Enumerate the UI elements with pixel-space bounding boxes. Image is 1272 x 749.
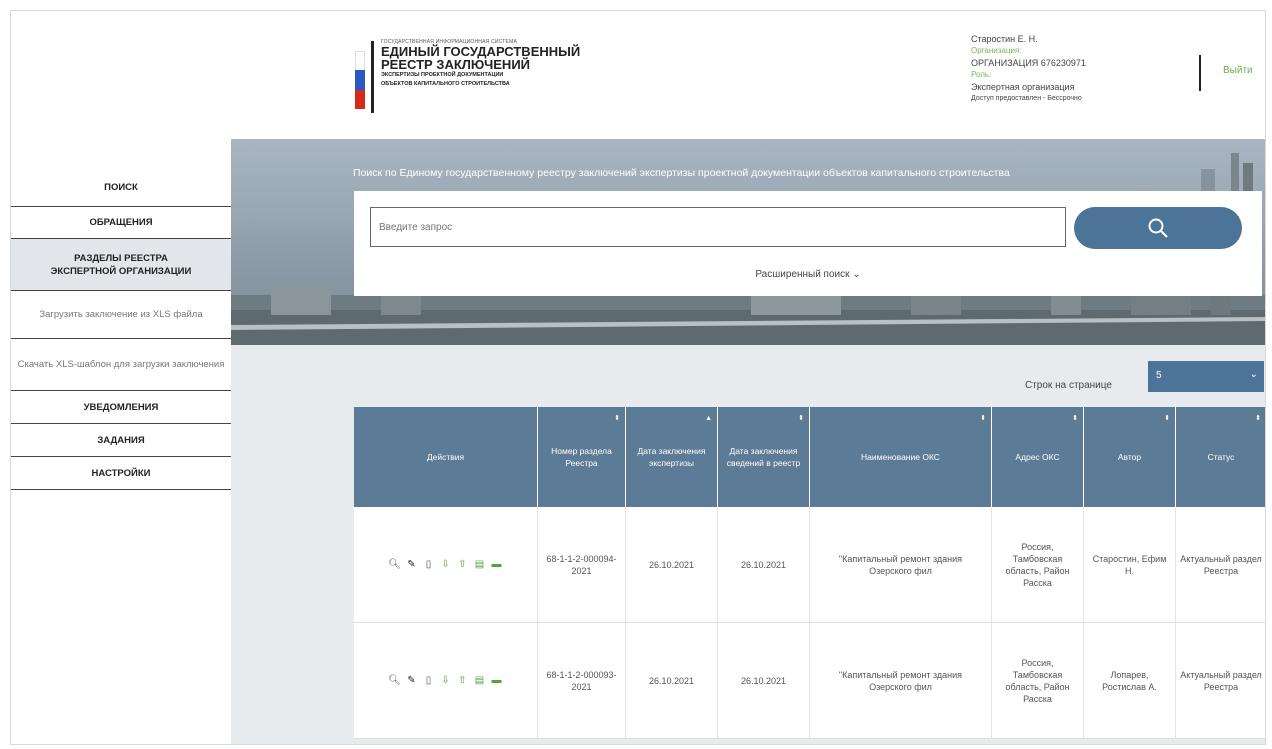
logo-subtitle-line2: ОБЪЕКТОВ КАПИТАЛЬНОГО СТРОИТЕЛЬСТВА bbox=[381, 81, 510, 87]
cell-name: "Капитальный ремонт здания Озерского фил bbox=[810, 623, 992, 739]
download-icon[interactable]: ⇩ bbox=[441, 675, 451, 687]
logo-divider bbox=[371, 41, 374, 113]
cell-date-conclusion: 26.10.2021 bbox=[626, 623, 718, 739]
cell-name: "Капитальный ремонт здания Озерского фил bbox=[810, 507, 992, 623]
advanced-search-link[interactable]: Расширенный поиск ⌄ bbox=[354, 269, 1262, 280]
folder-icon[interactable]: ▬ bbox=[492, 559, 502, 571]
folder-icon[interactable]: ▬ bbox=[492, 675, 502, 687]
access-info: Доступ предоставлен - Бессрочно bbox=[971, 95, 1082, 102]
download-icon[interactable]: ⇩ bbox=[441, 559, 451, 571]
chevron-down-icon: ⌄ bbox=[1249, 369, 1258, 380]
app-frame: ГОСУДАРСТВЕННАЯ ИНФОРМАЦИОННАЯ СИСТЕМА Е… bbox=[10, 10, 1266, 745]
cell-address: Россия, Тамбовская область, Район Расска bbox=[992, 623, 1084, 739]
column-header-name[interactable]: Наименование ОКС ⬍ bbox=[810, 407, 992, 507]
sidebar-item-appeals[interactable]: ОБРАЩЕНИЯ bbox=[11, 207, 231, 239]
sidebar-item-notifications[interactable]: УВЕДОМЛЕНИЯ bbox=[11, 391, 231, 424]
rows-per-page-label: Строк на странице bbox=[1025, 380, 1112, 391]
sidebar-item-label: Скачать XLS-шаблон для загрузки заключен… bbox=[17, 358, 225, 370]
search-input[interactable] bbox=[370, 207, 1066, 247]
document-icon[interactable]: ▯ bbox=[424, 559, 434, 571]
sort-icon[interactable]: ⬍ bbox=[614, 413, 620, 425]
table-header: Действия Номер раздела Реестра ⬍ Дата зак… bbox=[354, 407, 1265, 507]
user-info: Старостин Е. Н. Организация: ОРГАНИЗАЦИЯ… bbox=[971, 33, 1181, 105]
column-header-status[interactable]: Статус ⬍ bbox=[1176, 407, 1265, 507]
sidebar-item-label: УВЕДОМЛЕНИЯ bbox=[83, 401, 159, 413]
sort-icon[interactable]: ⬍ bbox=[980, 413, 986, 425]
column-header-number[interactable]: Номер раздела Реестра ⬍ bbox=[538, 407, 626, 507]
org-value: ОРГАНИЗАЦИЯ 676230971 bbox=[971, 58, 1086, 68]
column-header-actions: Действия bbox=[354, 407, 538, 507]
upload-icon[interactable]: ⇧ bbox=[458, 675, 468, 687]
cell-address: Россия, Тамбовская область, Район Расска bbox=[992, 507, 1084, 623]
sort-icon[interactable]: ⬍ bbox=[1072, 413, 1078, 425]
column-header-date-conclusion[interactable]: Дата заключения экспертизы ▲ bbox=[626, 407, 718, 507]
sidebar-item-label: Загрузить заключение из XLS файла bbox=[39, 308, 203, 320]
sort-icon[interactable]: ⬍ bbox=[1164, 413, 1170, 425]
sidebar-item-label: ЗАДАНИЯ bbox=[97, 434, 145, 446]
sidebar-item-tasks[interactable]: ЗАДАНИЯ bbox=[11, 424, 231, 457]
edit-icon[interactable]: ✎ bbox=[407, 559, 417, 571]
view-icon[interactable]: 🔍︎ bbox=[388, 675, 401, 687]
logo-title-line2: РЕЕСТР ЗАКЛЮЧЕНИЙ bbox=[381, 57, 531, 72]
archive-icon[interactable]: ▤ bbox=[475, 559, 485, 571]
sidebar-item-label: ОБРАЩЕНИЯ bbox=[89, 217, 153, 228]
cell-number: 68-1-1-2-000093-2021 bbox=[538, 623, 626, 739]
user-name: Старостин Е. Н. bbox=[971, 34, 1038, 44]
rows-per-page-value: 5 bbox=[1156, 370, 1162, 381]
banner-caption: Поиск по Единому государственному реестр… bbox=[353, 167, 1010, 179]
cell-author: Старостин, Ефим Н. bbox=[1084, 507, 1176, 623]
header-divider bbox=[1199, 55, 1201, 91]
sidebar-item-search[interactable]: ПОИСК bbox=[11, 169, 231, 207]
edit-icon[interactable]: ✎ bbox=[407, 675, 417, 687]
role-label: Роль: bbox=[971, 70, 992, 79]
logout-link[interactable]: Выйти bbox=[1223, 65, 1253, 76]
document-icon[interactable]: ▯ bbox=[424, 675, 434, 687]
registry-table: Действия Номер раздела Реестра ⬍ Дата зак… bbox=[354, 407, 1265, 744]
cell-status: Актуальный раздел Реестра bbox=[1180, 554, 1262, 576]
row-actions: 🔍︎ ✎ ▯ ⇩ ⇧ ▤ ▬ bbox=[354, 507, 538, 623]
sidebar-item-registry-sections[interactable]: РАЗДЕЛЫ РЕЕСТРА ЭКСПЕРТНОЙ ОРГАНИЗАЦИИ bbox=[11, 239, 231, 291]
org-label: Организация: bbox=[971, 46, 1022, 55]
sidebar-item-settings[interactable]: НАСТРОЙКИ bbox=[11, 457, 231, 490]
row-actions: 🔍︎ ✎ ▯ ⇩ ⇧ ▤ ▬ bbox=[354, 623, 538, 739]
cell-date-entry: 26.10.2021 bbox=[718, 507, 810, 623]
sort-ascending-icon[interactable]: ▲ bbox=[705, 413, 712, 425]
rows-per-page-select[interactable]: 5 ⌄ bbox=[1148, 361, 1264, 392]
cell-date-entry: 26.10.2021 bbox=[718, 623, 810, 739]
flag-icon bbox=[355, 51, 365, 109]
sidebar-item-upload-xls[interactable]: Загрузить заключение из XLS файла bbox=[11, 291, 231, 339]
sidebar-item-label: ПОИСК bbox=[104, 182, 138, 193]
archive-icon[interactable]: ▤ bbox=[475, 675, 485, 687]
logo-subtitle-line1: ЭКСПЕРТИЗЫ ПРОЕКТНОЙ ДОКУМЕНТАЦИИ bbox=[381, 72, 504, 78]
sidebar-item-label: НАСТРОЙКИ bbox=[91, 467, 151, 479]
sidebar-item-label: РАЗДЕЛЫ РЕЕСТРА ЭКСПЕРТНОЙ ОРГАНИЗАЦИИ bbox=[50, 252, 192, 277]
search-panel: Расширенный поиск ⌄ bbox=[354, 191, 1262, 296]
column-header-address[interactable]: Адрес ОКС ⬍ bbox=[992, 407, 1084, 507]
column-header-date-entry[interactable]: Дата заключения сведений в реестр ⬍ bbox=[718, 407, 810, 507]
registry-logo[interactable]: ГОСУДАРСТВЕННАЯ ИНФОРМАЦИОННАЯ СИСТЕМА Е… bbox=[355, 37, 595, 117]
search-button[interactable] bbox=[1074, 207, 1242, 249]
sidebar-item-download-template[interactable]: Скачать XLS-шаблон для загрузки заключен… bbox=[11, 339, 231, 391]
role-value: Экспертная организация bbox=[971, 82, 1075, 92]
search-icon bbox=[1148, 218, 1168, 238]
cell-date-conclusion: 26.10.2021 bbox=[626, 507, 718, 623]
table-row: 🔍︎ ✎ ▯ ⇩ ⇧ ▤ ▬ 68-1-1-2-000093-2021 26.1… bbox=[354, 623, 1265, 739]
cell-author: Лопарев, Ростислав А. bbox=[1084, 623, 1176, 739]
sort-icon[interactable]: ⬍ bbox=[798, 413, 804, 425]
column-header-author[interactable]: Автор ⬍ bbox=[1084, 407, 1176, 507]
cell-number: 68-1-1-2-000094-2021 bbox=[538, 507, 626, 623]
sort-icon[interactable]: ⬍ bbox=[1255, 413, 1261, 425]
header: ГОСУДАРСТВЕННАЯ ИНФОРМАЦИОННАЯ СИСТЕМА Е… bbox=[11, 11, 1265, 139]
upload-icon[interactable]: ⇧ bbox=[458, 559, 468, 571]
table-row: 🔍︎ ✎ ▯ ⇩ ⇧ ▤ ▬ 68-1-1-2-000094-2021 26.1… bbox=[354, 507, 1265, 623]
view-icon[interactable]: 🔍︎ bbox=[388, 559, 401, 571]
cell-status: Актуальный раздел Реестра bbox=[1180, 670, 1262, 692]
sidebar: ПОИСК ОБРАЩЕНИЯ РАЗДЕЛЫ РЕЕСТРА ЭКСПЕРТН… bbox=[11, 139, 231, 744]
